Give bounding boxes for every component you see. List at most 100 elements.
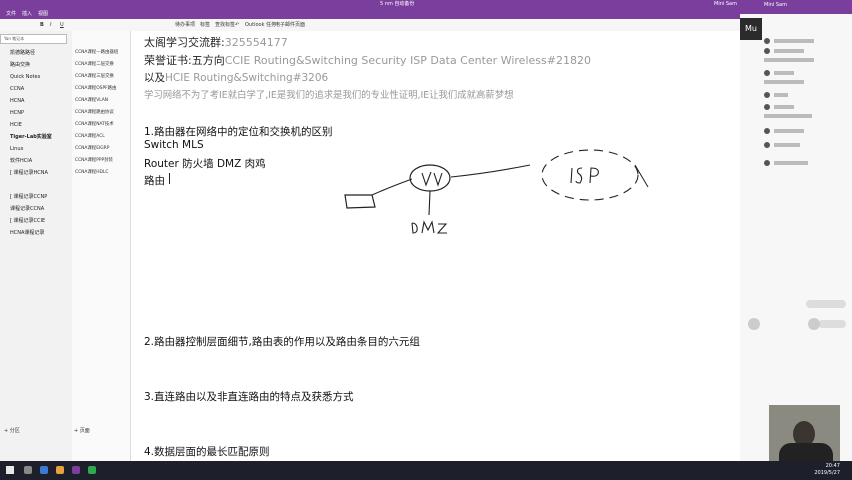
search-icon[interactable]	[24, 466, 32, 474]
chat-message	[774, 39, 814, 43]
page-item[interactable]: CCNA课程—路由器组	[75, 47, 129, 59]
ink-topology-drawing	[344, 149, 649, 234]
header-line-1: 太阁学习交流群:325554177	[144, 36, 288, 49]
folder-icon[interactable]	[56, 466, 64, 474]
chat-corner-label: Mu	[740, 18, 762, 40]
topic-1-line-3: 路由	[144, 175, 165, 187]
header-line-3: 以及HCIE Routing&Switching#3206	[144, 72, 329, 84]
page-item[interactable]: CCNA课程NAT技术	[75, 119, 129, 131]
chat-message	[774, 105, 794, 109]
menu-file[interactable]: 文件	[6, 9, 16, 19]
section-item[interactable]: HCNP	[10, 107, 24, 119]
outlook-task-button[interactable]: Outlook 任务	[245, 19, 276, 31]
link-line	[428, 190, 431, 216]
window-title-bar: 5 nm 自动备份 Mini Sam	[0, 0, 852, 9]
section-item[interactable]: 凯德路路径	[10, 47, 35, 59]
underline-button[interactable]: U	[60, 19, 64, 31]
chat-avatar-icon	[764, 92, 770, 98]
section-item[interactable]: [ 课程记录HCNA	[10, 167, 48, 179]
chat-header: Mini Sam	[740, 0, 852, 14]
chat-avatar-icon	[764, 104, 770, 110]
italic-button[interactable]: I	[50, 19, 51, 31]
section-item[interactable]: 软件HCIA	[10, 155, 32, 167]
text-cursor	[169, 173, 170, 184]
todo-button[interactable]: 待办事项	[175, 19, 195, 31]
chat-message	[764, 80, 804, 84]
header-line-2: 荣誉证书:五方向CCIE Routing&Switching Security …	[144, 54, 591, 67]
add-page-button[interactable]: + 页面	[74, 427, 90, 434]
link-line	[371, 178, 413, 196]
isp-ink-text	[570, 167, 599, 184]
section-item[interactable]: HCIE	[10, 119, 22, 131]
section-item[interactable]: [ 课程记录CCIE	[10, 215, 45, 227]
emoji-icon[interactable]	[748, 318, 760, 330]
menu-view[interactable]: 视图	[38, 9, 48, 19]
chat-message	[774, 71, 794, 75]
page-item[interactable]: CCNA课程ACL	[75, 131, 129, 143]
wechat-icon[interactable]	[88, 466, 96, 474]
section-item[interactable]: [ 课程记录CCNP	[10, 191, 47, 203]
chat-message	[774, 129, 804, 133]
windows-taskbar: 20:47 2019/5/27	[0, 461, 852, 480]
chat-title: Mini Sam	[764, 2, 787, 8]
bold-button[interactable]: B	[40, 19, 44, 31]
window-title: 5 nm 自动备份	[380, 1, 415, 7]
titlebar-user[interactable]: Mini Sam	[714, 0, 737, 9]
page-item[interactable]: CCNA课程三层交换	[75, 71, 129, 83]
page-item[interactable]: CCNA课程VLAN	[75, 95, 129, 107]
section-item[interactable]: HCNA	[10, 95, 24, 107]
section-item[interactable]: HCNA课程记录	[10, 227, 44, 239]
chat-panel: Mini Sam Mu	[740, 0, 852, 461]
section-item[interactable]: Quick Notes	[10, 71, 40, 83]
chat-message	[764, 114, 812, 118]
page-item[interactable]: CCNA课程路由协议	[75, 107, 129, 119]
page-item[interactable]: CCNA课程OSPF路由	[75, 83, 129, 95]
section-item[interactable]: Linux	[10, 143, 23, 155]
windows-start-icon[interactable]	[6, 466, 14, 474]
section-item[interactable]: 课程记录CCNA	[10, 203, 44, 215]
topic-1-title: 1.路由器在网络中的定位和交换机的区别	[144, 126, 333, 138]
chat-avatar-icon	[764, 142, 770, 148]
find-tag-button[interactable]: 查找标签	[215, 19, 235, 31]
onenote-icon[interactable]	[72, 466, 80, 474]
host-shape	[344, 194, 376, 209]
section-item[interactable]: 路由交换	[10, 59, 30, 71]
chat-message	[774, 161, 808, 165]
chat-message	[774, 93, 788, 97]
clock-time: 20:47	[825, 463, 840, 469]
page-list: CCNA课程—路由器组 CCNA课程二层交换 CCNA课程三层交换 CCNA课程…	[72, 31, 131, 461]
browser-icon[interactable]	[40, 466, 48, 474]
undo-button[interactable]: ↶	[235, 19, 239, 31]
menu-bar: 文件 插入 视图	[0, 9, 740, 19]
chat-avatar-icon	[764, 160, 770, 166]
add-section-button[interactable]: + 分区	[4, 427, 20, 434]
link-line	[450, 164, 531, 178]
chat-bubble	[806, 300, 846, 308]
presenter-body	[779, 443, 833, 461]
user-avatar-icon[interactable]	[808, 318, 820, 330]
topic-1-line-1: Switch MLS	[144, 139, 204, 151]
tag-button[interactable]: 标签	[200, 19, 210, 31]
topic-3-title: 3.直连路由以及非直连路由的特点及获悉方式	[144, 391, 354, 403]
page-item[interactable]: CCNA课程HDLC	[75, 167, 129, 179]
section-item[interactable]: Tiger-Lab实验室	[10, 131, 52, 143]
topic-4-title: 4.数据层面的最长匹配原则	[144, 446, 270, 458]
menu-insert[interactable]: 插入	[22, 9, 32, 19]
notebook-section-list: Yan 笔记本 凯德路路径 路由交换 Quick Notes CCNA HCNA…	[0, 31, 73, 461]
firewall-circle	[409, 164, 451, 192]
topic-2-title: 2.路由器控制层面细节,路由表的作用以及路由条目的六元组	[144, 336, 420, 348]
email-page-button[interactable]: 电子邮件页面	[275, 19, 305, 31]
notebook-search-input[interactable]: Yan 笔记本	[0, 34, 67, 44]
page-item[interactable]: CCNA课程二层交换	[75, 59, 129, 71]
page-item[interactable]: CCNA课程EIGRP	[75, 143, 129, 155]
chat-avatar-icon	[764, 38, 770, 44]
taskbar-clock[interactable]: 20:47 2019/5/27	[814, 463, 840, 477]
page-item[interactable]: CCNA课程PPP封装	[75, 155, 129, 167]
dmz-ink-text	[411, 220, 448, 234]
clock-date: 2019/5/27	[814, 470, 840, 476]
ink-stroke	[634, 164, 649, 188]
section-item[interactable]: CCNA	[10, 83, 24, 95]
chat-bubble	[818, 320, 846, 328]
chat-message	[774, 143, 800, 147]
fw-ink-text	[421, 171, 443, 187]
